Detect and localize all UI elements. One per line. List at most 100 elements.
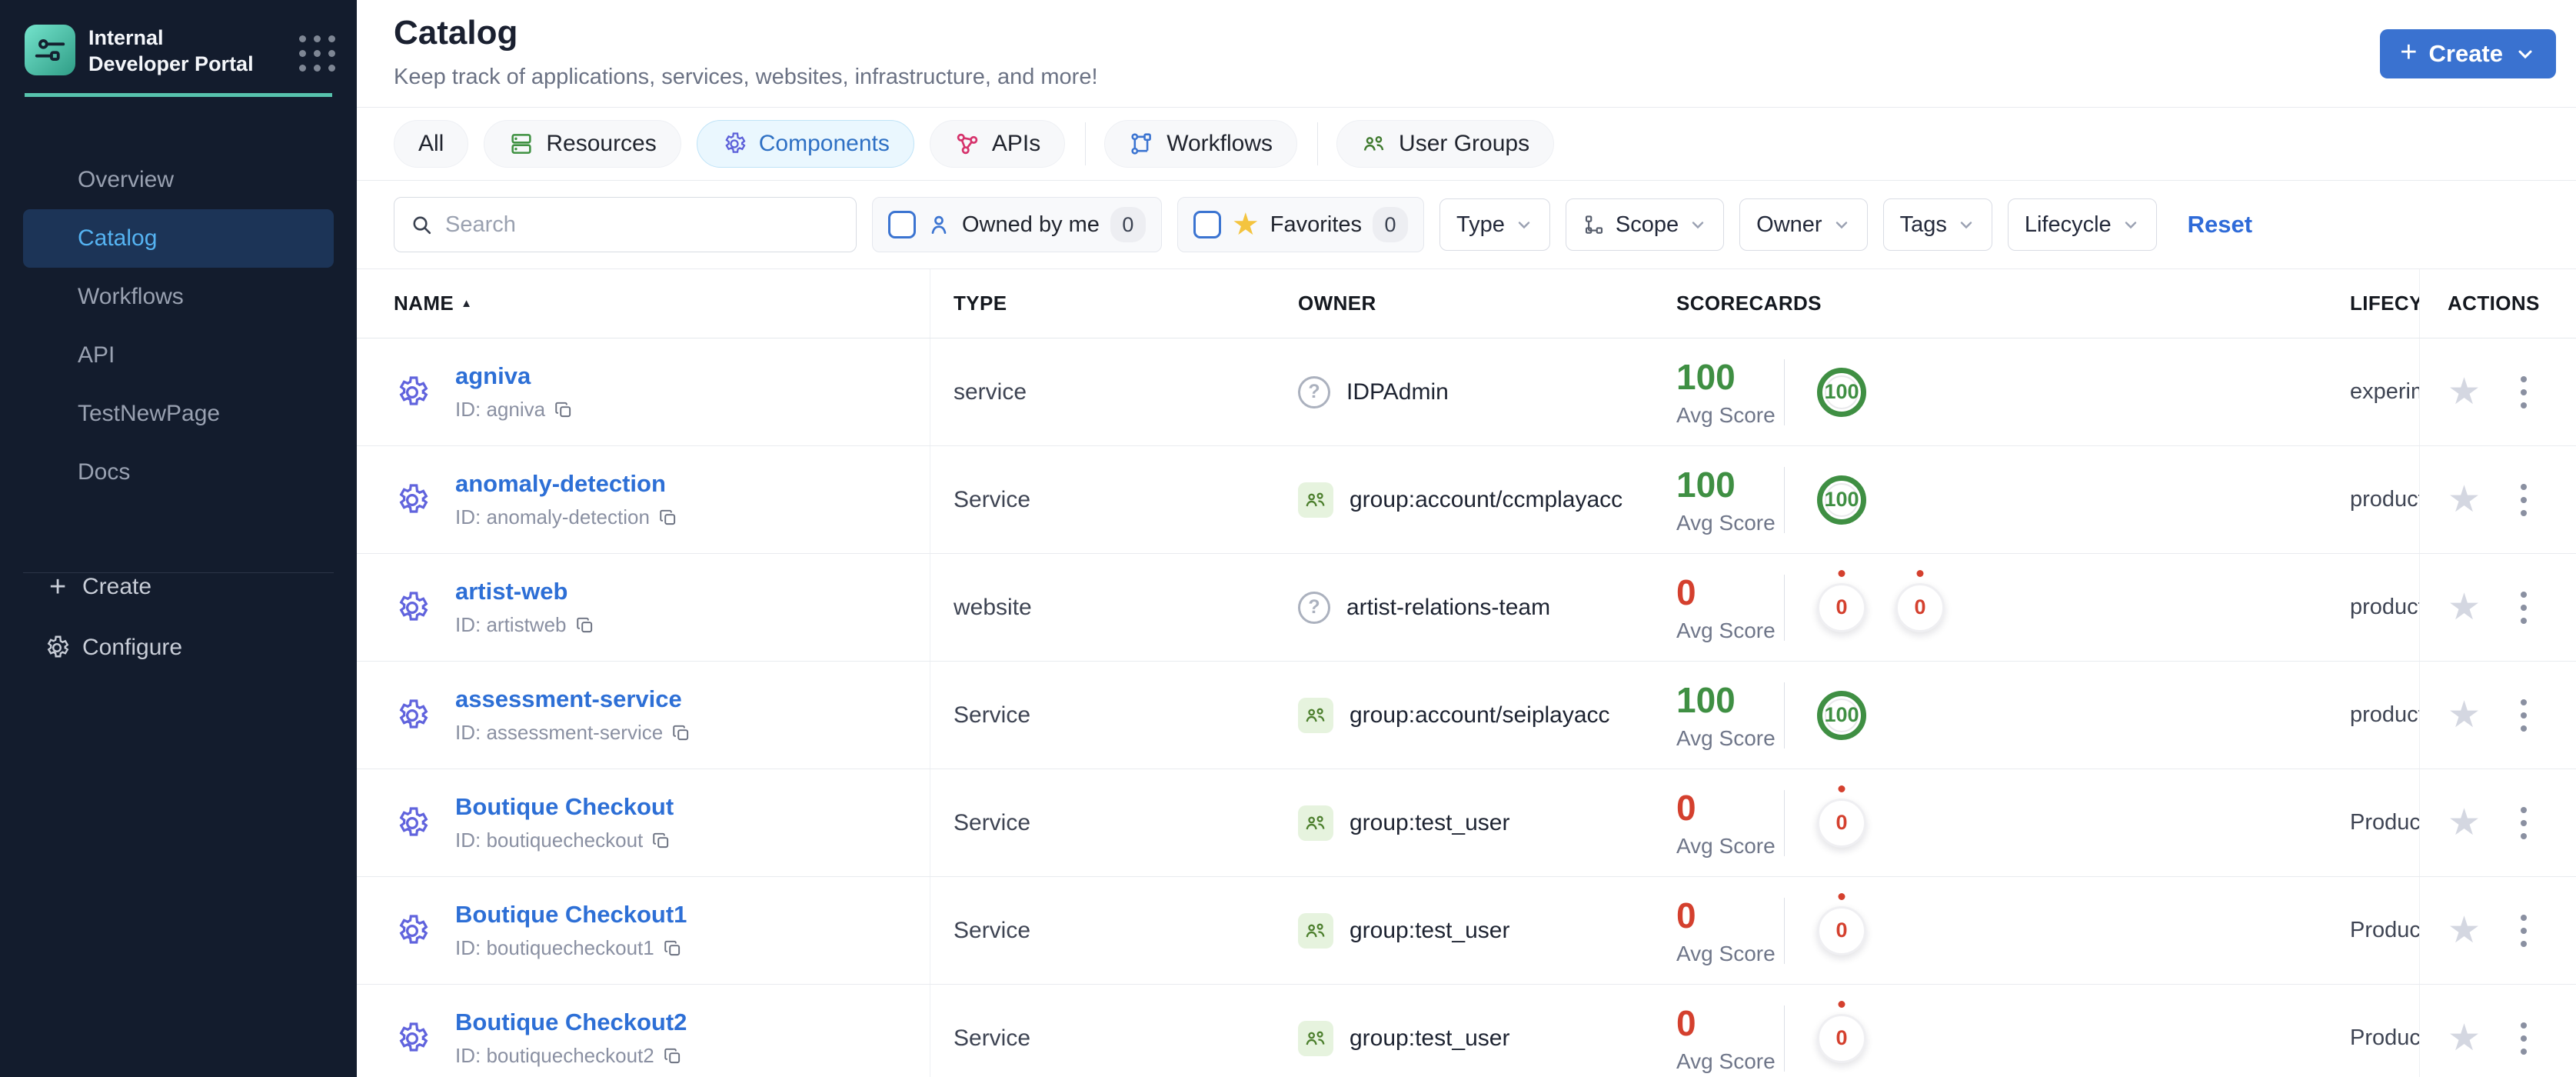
entity-name-link[interactable]: agniva — [455, 362, 574, 390]
table-row: Boutique Checkout ID: boutiquecheckout S… — [357, 769, 2576, 877]
chevron-down-icon — [1957, 215, 1975, 234]
favorite-star-icon[interactable]: ★ — [2448, 1019, 2481, 1057]
favorite-star-icon[interactable]: ★ — [2448, 912, 2481, 949]
sidebar-item-docs[interactable]: Docs — [23, 443, 334, 502]
table-row: artist-web ID: artistweb website ? artis… — [357, 554, 2576, 662]
favorite-star-icon[interactable]: ★ — [2448, 804, 2481, 842]
sidebar-nav: Overview Catalog Workflows API TestNewPage Do… — [0, 151, 357, 502]
app-logo[interactable] — [25, 25, 75, 75]
score-divider — [1784, 682, 1785, 749]
kebab-menu-icon[interactable] — [2516, 802, 2531, 844]
grid-apps-icon[interactable] — [299, 35, 335, 72]
scorecard-badge[interactable]: 0 — [1817, 905, 1866, 955]
scorecard-badge[interactable]: 100 — [1817, 475, 1866, 525]
gear-icon — [43, 634, 71, 662]
tab-resources[interactable]: Resources — [484, 120, 681, 168]
entity-name-link[interactable]: anomaly-detection — [455, 470, 678, 498]
copy-icon[interactable] — [658, 508, 678, 528]
kebab-menu-icon[interactable] — [2516, 695, 2531, 736]
kebab-menu-icon[interactable] — [2516, 372, 2531, 413]
scorecard-badge[interactable]: 0 — [1895, 582, 1945, 632]
search-input[interactable] — [445, 212, 840, 238]
avg-score-label: Avg Score — [1676, 403, 1776, 427]
scorecard-badge[interactable]: 100 — [1817, 367, 1866, 417]
sidebar-configure-button[interactable]: Configure — [0, 622, 357, 673]
favorite-star-icon[interactable]: ★ — [2448, 481, 2481, 518]
person-icon — [927, 212, 951, 237]
kebab-menu-icon[interactable] — [2516, 1018, 2531, 1059]
kebab-menu-icon[interactable] — [2516, 910, 2531, 952]
tab-all[interactable]: All — [394, 120, 469, 168]
avg-score-label: Avg Score — [1676, 619, 1776, 642]
entity-type: service — [954, 378, 1027, 405]
tab-workflows[interactable]: Workflows — [1104, 120, 1298, 168]
accent-rule — [25, 93, 332, 97]
scorecard-badge[interactable]: 100 — [1817, 690, 1866, 740]
reset-filters-link[interactable]: Reset — [2188, 211, 2252, 238]
avg-score-label: Avg Score — [1676, 942, 1776, 965]
entity-type: Service — [954, 809, 1031, 835]
kebab-menu-icon[interactable] — [2516, 587, 2531, 629]
gear-icon — [394, 912, 431, 949]
favorites-label: Favorites — [1270, 212, 1363, 237]
sidebar-configure-label: Configure — [82, 635, 183, 660]
owner-dropdown[interactable]: Owner — [1739, 198, 1868, 251]
owned-by-me-filter[interactable]: Owned by me 0 — [872, 197, 1162, 252]
tags-dropdown[interactable]: Tags — [1882, 198, 1992, 251]
components-icon — [721, 131, 747, 157]
table-row: agniva ID: agniva service ? IDPAdmin 100… — [357, 338, 2576, 446]
entity-name-link[interactable]: Boutique Checkout2 — [455, 1009, 687, 1036]
tab-components[interactable]: Components — [696, 120, 914, 168]
dropdown-label: Owner — [1756, 212, 1822, 237]
tab-apis[interactable]: APIs — [929, 120, 1066, 168]
scope-dropdown[interactable]: Scope — [1565, 198, 1725, 251]
chevron-down-icon — [2518, 50, 2532, 59]
entity-name-link[interactable]: assessment-service — [455, 685, 691, 713]
favorite-star-icon[interactable]: ★ — [2448, 373, 2481, 411]
copy-icon[interactable] — [575, 615, 595, 635]
sidebar-item-catalog[interactable]: Catalog — [23, 209, 334, 268]
copy-icon[interactable] — [651, 831, 671, 851]
app-root: Internal Developer Portal Overview Catalo… — [0, 0, 2576, 1077]
table-row: anomaly-detection ID: anomaly-detection … — [357, 446, 2576, 554]
copy-icon[interactable] — [554, 400, 574, 420]
lifecycle-dropdown[interactable]: Lifecycle — [2007, 198, 2157, 251]
column-header-owner: OWNER — [1298, 292, 1376, 315]
sidebar-item-testnewpage[interactable]: TestNewPage — [23, 385, 334, 443]
tab-label: Workflows — [1167, 131, 1273, 156]
scorecard-badge[interactable]: 0 — [1817, 798, 1866, 848]
sidebar-create-label: Create — [82, 574, 152, 599]
favorite-star-icon[interactable]: ★ — [2448, 589, 2481, 626]
avg-score-value: 0 — [1676, 572, 1696, 612]
favorites-filter[interactable]: ★ Favorites 0 — [1177, 197, 1425, 252]
avg-score-label: Avg Score — [1676, 511, 1776, 535]
scorecard-badge[interactable]: 0 — [1817, 582, 1866, 632]
create-button[interactable]: + Create — [2380, 29, 2556, 78]
sidebar-create-button[interactable]: + Create — [0, 562, 357, 612]
hierarchy-icon — [1583, 213, 1606, 236]
sidebar-item-api[interactable]: API — [23, 326, 334, 385]
entity-name-link[interactable]: Boutique Checkout — [455, 793, 674, 821]
tab-label: Components — [758, 131, 890, 156]
type-dropdown[interactable]: Type — [1439, 198, 1550, 251]
sidebar-item-workflows[interactable]: Workflows — [23, 268, 334, 326]
table-row: Boutique Checkout2 ID: boutiquecheckout2… — [357, 985, 2576, 1077]
favorite-star-icon[interactable]: ★ — [2448, 696, 2481, 734]
entity-name-link[interactable]: artist-web — [455, 578, 595, 605]
copy-icon[interactable] — [663, 939, 683, 959]
entity-name-link[interactable]: Boutique Checkout1 — [455, 901, 687, 929]
column-header-name[interactable]: NAME ▲ — [357, 269, 930, 338]
column-header-actions: ACTIONS — [2419, 269, 2576, 338]
copy-icon[interactable] — [671, 723, 691, 743]
create-button-label: Create — [2428, 40, 2504, 67]
owned-by-me-checkbox[interactable] — [888, 211, 916, 238]
copy-icon[interactable] — [663, 1046, 683, 1066]
scorecard-badge[interactable]: 0 — [1817, 1013, 1866, 1063]
page-header: Catalog Keep track of applications, serv… — [357, 0, 2576, 108]
sidebar: Internal Developer Portal Overview Catalo… — [0, 0, 357, 1077]
sidebar-item-overview[interactable]: Overview — [23, 151, 334, 209]
favorites-checkbox[interactable] — [1193, 211, 1221, 238]
kebab-menu-icon[interactable] — [2516, 479, 2531, 521]
gear-icon — [394, 805, 431, 842]
tab-user-groups[interactable]: User Groups — [1336, 120, 1555, 168]
